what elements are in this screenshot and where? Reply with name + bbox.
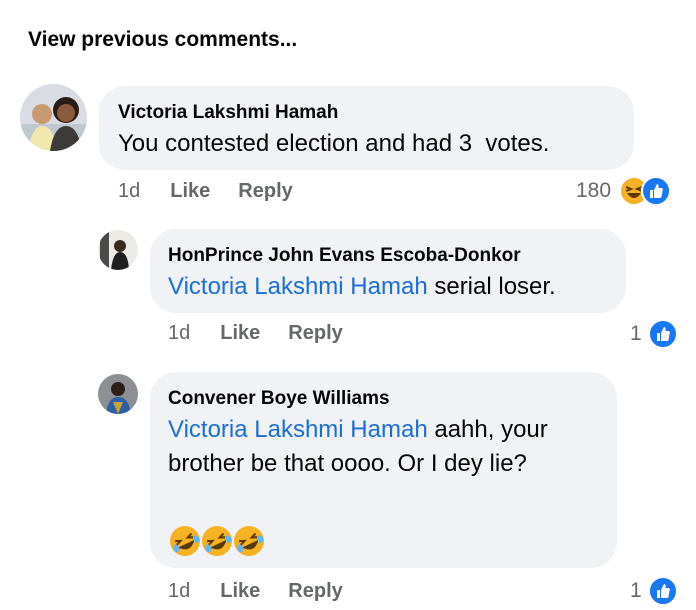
like-icon xyxy=(641,176,672,206)
comment-author[interactable]: Convener Boye Williams xyxy=(168,388,390,410)
avatar-victoria[interactable] xyxy=(20,84,87,151)
reply-button[interactable]: Reply xyxy=(288,580,342,603)
reaction-summary[interactable]: 1 xyxy=(630,576,678,606)
like-icon xyxy=(647,576,678,606)
mention-link[interactable]: Victoria Lakshmi Hamah xyxy=(168,416,428,443)
like-button[interactable]: Like xyxy=(220,580,260,603)
reaction-count: 180 xyxy=(576,179,612,202)
reaction-summary[interactable]: 180 xyxy=(576,176,672,206)
rofl-emoji-group xyxy=(168,524,266,558)
like-icon xyxy=(647,319,678,349)
avatar-boye[interactable] xyxy=(98,374,138,414)
rofl-emoji xyxy=(170,526,200,556)
rofl-emoji xyxy=(234,526,264,556)
reply-button[interactable]: Reply xyxy=(288,322,342,345)
comment-text: Victoria Lakshmi Hamah serial loser. xyxy=(168,270,556,304)
rofl-emoji xyxy=(202,526,232,556)
comment-text-line2: brother be that oooo. Or I dey lie? xyxy=(168,450,527,477)
avatar-honprince[interactable] xyxy=(98,230,138,270)
comment-text: Victoria Lakshmi Hamah aahh, your brothe… xyxy=(168,413,608,481)
comment-timestamp[interactable]: 1d xyxy=(118,180,140,203)
reply-button[interactable]: Reply xyxy=(238,180,292,203)
comment-text: You contested election and had 3 votes. xyxy=(118,130,550,157)
view-previous-comments-link[interactable]: View previous comments... xyxy=(28,28,297,52)
like-button[interactable]: Like xyxy=(220,322,260,345)
comment-timestamp[interactable]: 1d xyxy=(168,322,190,345)
like-button[interactable]: Like xyxy=(170,180,210,203)
comment-author[interactable]: HonPrince John Evans Escoba-Donkor xyxy=(168,245,521,267)
comment-text-body: serial loser. xyxy=(427,273,556,300)
comment-text-line1: aahh, your xyxy=(427,416,548,443)
reaction-count: 1 xyxy=(630,579,642,602)
comment-timestamp[interactable]: 1d xyxy=(168,580,190,603)
reaction-summary[interactable]: 1 xyxy=(630,319,678,349)
mention-link[interactable]: Victoria Lakshmi Hamah xyxy=(168,273,428,300)
reaction-count: 1 xyxy=(630,322,642,345)
comment-author[interactable]: Victoria Lakshmi Hamah xyxy=(118,102,338,124)
